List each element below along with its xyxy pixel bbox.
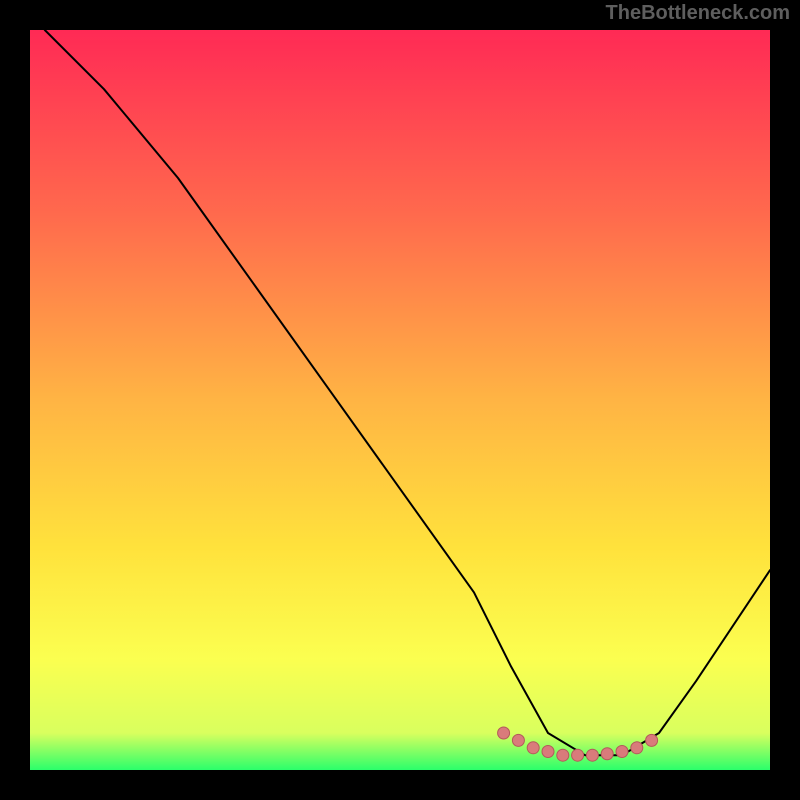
bottleneck-chart	[30, 30, 770, 770]
marker-point	[631, 742, 643, 754]
marker-point	[512, 734, 524, 746]
marker-point	[601, 748, 613, 760]
marker-point	[586, 749, 598, 761]
chart-container	[30, 30, 770, 770]
watermark-text: TheBottleneck.com	[606, 2, 790, 25]
marker-point	[527, 742, 539, 754]
marker-point	[572, 749, 584, 761]
marker-point	[557, 749, 569, 761]
marker-point	[542, 746, 554, 758]
marker-point	[646, 734, 658, 746]
marker-point	[498, 727, 510, 739]
marker-point	[616, 746, 628, 758]
chart-background	[30, 30, 770, 770]
